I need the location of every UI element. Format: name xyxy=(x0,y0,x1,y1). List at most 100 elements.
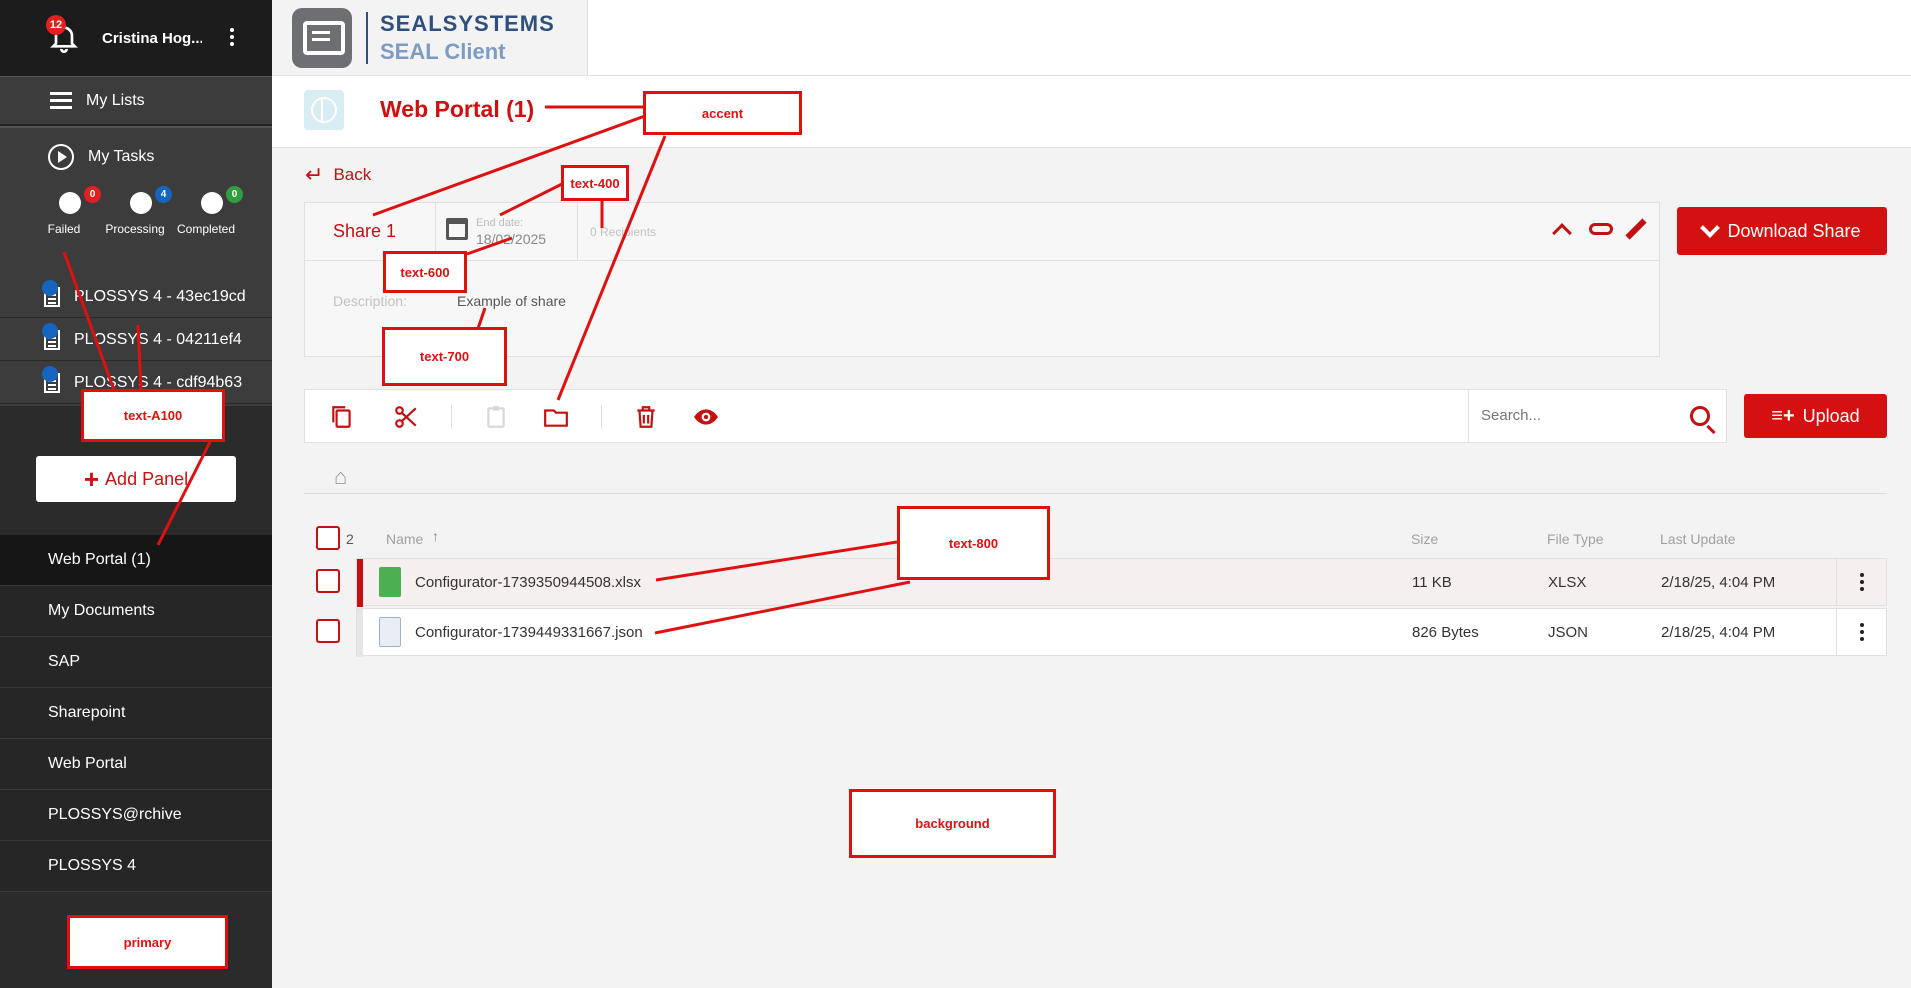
completed-count-badge: 0 xyxy=(226,186,243,203)
file-type: JSON xyxy=(1548,624,1589,641)
delete-icon[interactable] xyxy=(633,404,659,430)
clock-badge-icon xyxy=(42,280,58,296)
search-icon[interactable] xyxy=(1690,406,1710,426)
annotation-background: background xyxy=(849,789,1056,858)
notifications-bell-icon[interactable]: 12 xyxy=(46,15,82,55)
job-item[interactable]: PLOSSYS 4 - 04211ef4 xyxy=(0,319,272,361)
file-name[interactable]: Configurator-1739449331667.json xyxy=(415,624,643,641)
column-name[interactable]: Name xyxy=(386,531,423,547)
nav-item-sharepoint[interactable]: Sharepoint xyxy=(0,688,272,739)
plus-icon: + xyxy=(83,463,100,494)
sidebar-item-my-lists[interactable]: My Lists xyxy=(0,76,272,126)
share-card: Share 1 End date: 18/02/2025 0 Recipient… xyxy=(304,202,1660,357)
back-label: Back xyxy=(333,165,372,184)
home-icon[interactable]: ⌂ xyxy=(334,464,347,490)
share-name: Share 1 xyxy=(333,221,397,241)
annotation-text-600: text-600 xyxy=(383,251,467,293)
column-file-type[interactable]: File Type xyxy=(1547,531,1604,547)
logo-company: SEALSYSTEMS xyxy=(380,10,555,36)
download-icon xyxy=(1700,218,1721,238)
my-tasks-header[interactable]: My Tasks xyxy=(48,144,154,170)
preview-eye-icon[interactable] xyxy=(693,404,719,430)
my-lists-label: My Lists xyxy=(86,91,145,109)
clock-badge-icon xyxy=(42,366,58,382)
recipients-count: 0 Recipients xyxy=(590,225,657,239)
row-checkbox[interactable] xyxy=(316,569,340,593)
annotation-primary: primary xyxy=(67,915,228,969)
column-size[interactable]: Size xyxy=(1411,531,1438,547)
download-share-button[interactable]: Download Share xyxy=(1677,207,1887,255)
row-menu-icon[interactable] xyxy=(1836,609,1886,655)
task-stat-failed[interactable]: 0 Failed xyxy=(24,186,104,236)
notification-count-badge: 12 xyxy=(46,15,66,35)
end-date-label: End date: xyxy=(476,217,524,229)
row-checkbox[interactable] xyxy=(316,619,340,643)
share-summary-row: Share 1 End date: 18/02/2025 0 Recipient… xyxy=(305,203,1659,261)
json-file-icon xyxy=(379,617,401,647)
task-stat-processing[interactable]: 4 Processing xyxy=(95,186,175,236)
cut-icon[interactable] xyxy=(393,404,419,430)
job-label: PLOSSYS 4 - 43ec19cd xyxy=(74,287,246,305)
logo-product: SEAL Client xyxy=(380,38,506,64)
link-icon[interactable] xyxy=(1589,223,1613,235)
add-panel-label: Add Panel xyxy=(105,468,189,489)
copy-icon[interactable] xyxy=(329,404,355,430)
upload-button[interactable]: ≡+ Upload xyxy=(1744,394,1887,438)
list-icon xyxy=(50,92,72,109)
file-name[interactable]: Configurator-1739350944508.xlsx xyxy=(415,574,641,591)
nav-item-web-portal[interactable]: Web Portal xyxy=(0,739,272,790)
play-icon xyxy=(48,144,74,170)
check-icon: 0 xyxy=(201,186,243,214)
file-toolbar xyxy=(304,389,1727,443)
edit-icon[interactable] xyxy=(1625,218,1647,240)
file-updated: 2/18/25, 4:04 PM xyxy=(1661,624,1776,641)
file-size: 11 KB xyxy=(1412,574,1452,591)
back-button[interactable]: ↵ Back xyxy=(305,162,371,188)
sidebar-nav: Web Portal (1) My Documents SAP Sharepoi… xyxy=(0,535,272,892)
globe-icon xyxy=(304,90,344,130)
nav-item-plossys-archive[interactable]: PLOSSYS@rchive xyxy=(0,790,272,841)
table-row[interactable]: Configurator-1739350944508.xlsx 11 KB XL… xyxy=(356,558,1887,607)
annotation-text-800: text-800 xyxy=(897,506,1050,580)
add-panel-button[interactable]: + Add Panel xyxy=(36,456,236,502)
file-updated: 2/18/25, 4:04 PM xyxy=(1661,574,1776,591)
description-label: Description: xyxy=(333,293,407,309)
file-type: XLSX xyxy=(1548,574,1587,591)
annotation-text-a100: text-A100 xyxy=(81,389,225,442)
nav-item-my-documents[interactable]: My Documents xyxy=(0,586,272,637)
table-row[interactable]: Configurator-1739449331667.json 826 Byte… xyxy=(356,608,1887,657)
nav-item-sap[interactable]: SAP xyxy=(0,637,272,688)
selected-count: 2 xyxy=(346,531,354,547)
playlist-add-icon: ≡+ xyxy=(1771,404,1795,427)
job-item[interactable]: PLOSSYS 4 - 43ec19cd xyxy=(0,276,272,318)
upload-label: Upload xyxy=(1802,405,1860,426)
calendar-icon xyxy=(446,218,468,240)
sort-ascending-icon[interactable]: ↑ xyxy=(432,528,439,544)
column-last-update[interactable]: Last Update xyxy=(1660,531,1736,547)
page-header: Web Portal (1) xyxy=(272,76,1911,148)
share-actions xyxy=(1552,217,1647,243)
nav-item-plossys-4[interactable]: PLOSSYS 4 xyxy=(0,841,272,892)
seal-logo-icon xyxy=(292,7,352,68)
back-arrow-icon: ↵ xyxy=(305,162,324,187)
top-bar: SEALSYSTEMS SEAL Client xyxy=(272,0,1911,76)
collapse-icon[interactable] xyxy=(1552,223,1572,243)
clock-icon: 0 xyxy=(59,186,101,214)
select-all-checkbox[interactable] xyxy=(316,526,340,550)
user-name[interactable]: Cristina Hog... xyxy=(102,30,202,47)
task-stat-completed[interactable]: 0 Completed xyxy=(166,186,246,236)
my-tasks-label: My Tasks xyxy=(88,148,155,165)
app-root: 12 Cristina Hog... My Lists My Tasks 0 F… xyxy=(0,0,1911,988)
completed-label: Completed xyxy=(176,222,236,236)
sidebar-header: 12 Cristina Hog... xyxy=(0,0,272,76)
user-menu-icon[interactable] xyxy=(230,28,234,46)
row-menu-icon[interactable] xyxy=(1836,559,1886,605)
search-input[interactable] xyxy=(1481,390,1681,440)
table-header: 2 Name ↑ Size File Type Last Update xyxy=(304,520,1887,558)
folder-icon[interactable] xyxy=(543,404,569,430)
processing-label: Processing xyxy=(105,222,165,236)
clock-badge-icon xyxy=(42,323,58,339)
annotation-text-700: text-700 xyxy=(382,327,507,386)
paste-icon[interactable] xyxy=(483,404,509,430)
nav-item-web-portal-1[interactable]: Web Portal (1) xyxy=(0,535,272,586)
